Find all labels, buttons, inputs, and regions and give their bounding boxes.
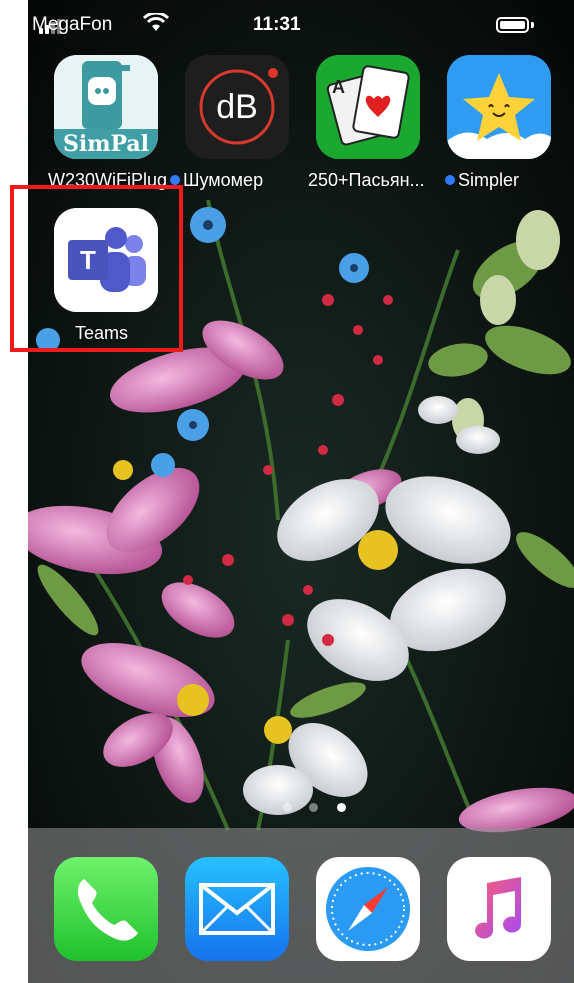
status-bar: MegaFon 11:31 <box>28 0 574 50</box>
app-noise-meter[interactable]: dB <box>185 55 289 159</box>
envelope-icon <box>199 883 275 935</box>
carrier-name: MegaFon <box>32 14 113 35</box>
compass-icon <box>326 867 410 951</box>
dock-music[interactable] <box>447 857 551 961</box>
battery-tip <box>531 22 534 28</box>
app-simpal[interactable]: SimPal <box>54 55 158 159</box>
dock-phone[interactable] <box>54 857 158 961</box>
app-solitaire[interactable]: A <box>316 55 420 159</box>
smiling-star-icon <box>447 55 551 159</box>
card-letter-a: A <box>332 77 345 97</box>
app-label-solitaire: 250+Пасьян... <box>308 170 425 190</box>
dock-mail[interactable] <box>185 857 289 961</box>
new-app-dot <box>445 175 455 185</box>
app-label-text: Simpler <box>458 170 520 190</box>
new-app-dot <box>170 175 180 185</box>
phone-icon <box>77 879 138 941</box>
app-label-simpler: Simpler <box>445 170 519 191</box>
simpal-logo-text: SimPal <box>62 131 150 157</box>
battery-icon <box>496 17 529 33</box>
wifi-icon <box>143 13 169 31</box>
app-simpler[interactable] <box>447 55 551 159</box>
page-dot <box>283 803 292 812</box>
music-note-icon <box>475 877 521 939</box>
app-label-text: Шумомер <box>183 170 264 190</box>
playing-cards-icon <box>316 55 420 159</box>
highlight-box <box>10 185 183 352</box>
decibel-text: dB <box>216 88 258 126</box>
status-time: 11:31 <box>253 14 301 35</box>
dock-safari[interactable] <box>316 857 420 961</box>
page-dot <box>309 803 318 812</box>
app-label-noise-meter: Шумомер <box>170 170 263 191</box>
page-dot-current <box>337 803 346 812</box>
